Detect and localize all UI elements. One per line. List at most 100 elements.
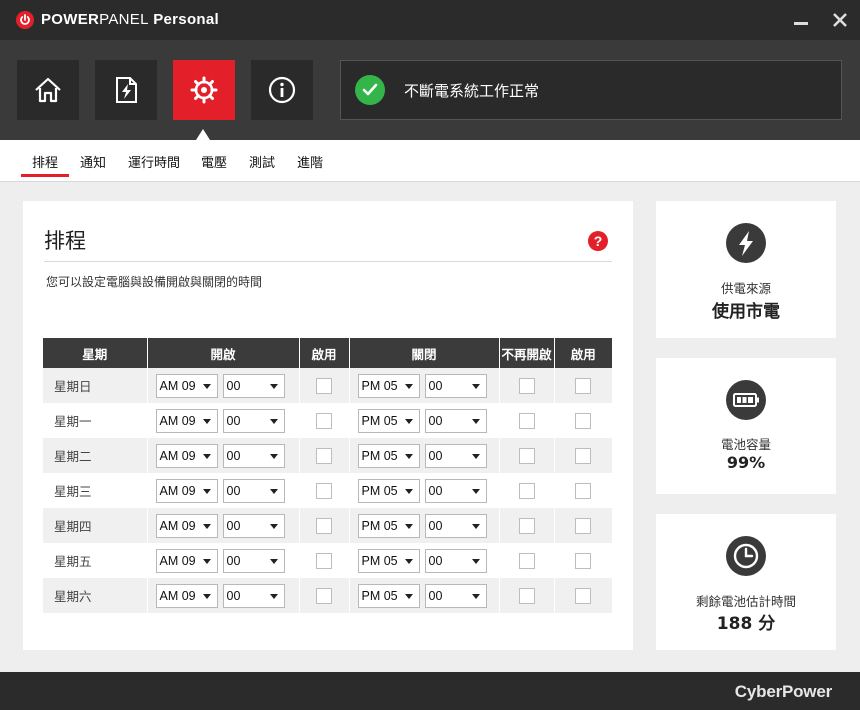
no-restart-checkbox[interactable] — [518, 552, 535, 569]
table-row: 星期五 AM 09 00 PM 05 00 — [43, 543, 612, 578]
off-minute-select[interactable]: 00 — [424, 478, 487, 503]
footer: CyberPower — [0, 672, 860, 710]
cyberpower-logo: CyberPower — [734, 682, 832, 701]
chevron-down-icon — [269, 453, 278, 459]
nav-power-button[interactable] — [95, 60, 157, 120]
tab-notification[interactable]: 通知 — [80, 152, 106, 171]
table-row: 星期三 AM 09 00 PM 05 00 — [43, 473, 612, 508]
no-restart-checkbox[interactable] — [518, 517, 535, 534]
battery-card: 電池容量 99% — [656, 358, 836, 494]
battery-label: 電池容量 — [720, 437, 771, 452]
on-minute-select[interactable]: 00 — [222, 478, 285, 503]
chevron-down-icon — [269, 593, 278, 599]
off-hour-select[interactable]: PM 05 — [357, 443, 420, 468]
off-hour-select[interactable]: PM 05 — [357, 583, 420, 608]
off-hour-select[interactable]: PM 05 — [357, 513, 420, 538]
on-minute-select[interactable]: 00 — [222, 373, 285, 398]
on-minute-select[interactable]: 00 — [222, 583, 285, 608]
off-enable-checkbox[interactable] — [575, 587, 592, 604]
on-enable-checkbox[interactable] — [316, 447, 332, 464]
day-cell: 星期三 — [43, 473, 148, 508]
off-enable-checkbox[interactable] — [575, 412, 592, 429]
chevron-down-icon — [471, 488, 480, 494]
runtime-value: 188 分 — [716, 614, 776, 634]
off-enable-checkbox[interactable] — [575, 447, 592, 464]
chevron-down-icon — [471, 523, 480, 529]
no-restart-checkbox[interactable] — [518, 482, 535, 499]
chevron-down-icon — [404, 383, 413, 389]
panel-title: 排程 — [44, 229, 86, 253]
title-divider — [44, 261, 612, 262]
off-enable-checkbox[interactable] — [575, 517, 592, 534]
tab-runtime[interactable]: 運行時間 — [128, 152, 180, 171]
off-hour-select[interactable]: PM 05 — [357, 373, 420, 398]
on-minute-select[interactable]: 00 — [222, 513, 285, 538]
tab-voltage[interactable]: 電壓 — [201, 152, 227, 171]
chevron-down-icon — [471, 453, 480, 459]
help-icon[interactable]: ? — [588, 231, 608, 251]
off-enable-checkbox[interactable] — [575, 377, 592, 394]
no-restart-checkbox[interactable] — [518, 412, 535, 429]
chevron-down-icon — [269, 418, 278, 424]
on-enable-checkbox[interactable] — [316, 517, 332, 534]
on-enable-checkbox[interactable] — [316, 482, 332, 499]
chevron-down-icon — [269, 523, 278, 529]
on-hour-select[interactable]: AM 09 — [155, 373, 218, 398]
chevron-down-icon — [202, 488, 211, 494]
chevron-down-icon — [404, 488, 413, 494]
on-hour-select[interactable]: AM 09 — [155, 478, 218, 503]
on-minute-select[interactable]: 00 — [222, 408, 285, 433]
table-row: 星期四 AM 09 00 PM 05 00 — [43, 508, 612, 543]
nav-settings-button[interactable] — [173, 60, 235, 120]
on-minute-select[interactable]: 00 — [222, 548, 285, 573]
table-row: 星期一 AM 09 00 PM 05 00 — [43, 403, 612, 438]
info-icon — [268, 76, 296, 104]
no-restart-checkbox[interactable] — [518, 377, 535, 394]
on-hour-select[interactable]: AM 09 — [155, 408, 218, 433]
close-icon[interactable] — [828, 8, 852, 32]
header-off-enable: 啟用 — [554, 338, 612, 368]
off-hour-select[interactable]: PM 05 — [357, 478, 420, 503]
chevron-down-icon — [471, 418, 480, 424]
minimize-icon[interactable] — [789, 8, 813, 32]
active-nav-caret — [196, 129, 210, 140]
power-source-value: 使用市電 — [712, 302, 780, 322]
power-source-card: 供電來源 使用市電 — [656, 201, 836, 338]
no-restart-checkbox[interactable] — [518, 587, 535, 604]
chevron-down-icon — [202, 418, 211, 424]
off-hour-select[interactable]: PM 05 — [357, 548, 420, 573]
on-enable-checkbox[interactable] — [316, 552, 332, 569]
gear-icon — [190, 76, 218, 104]
day-cell: 星期五 — [43, 543, 148, 578]
nav-home-button[interactable] — [17, 60, 79, 120]
off-minute-select[interactable]: 00 — [424, 513, 487, 538]
off-hour-select[interactable]: PM 05 — [357, 408, 420, 433]
off-minute-select[interactable]: 00 — [424, 408, 487, 433]
off-minute-select[interactable]: 00 — [424, 373, 487, 398]
on-enable-checkbox[interactable] — [316, 412, 332, 429]
on-minute-select[interactable]: 00 — [222, 443, 285, 468]
off-enable-checkbox[interactable] — [575, 482, 592, 499]
chevron-down-icon — [471, 558, 480, 564]
no-restart-checkbox[interactable] — [518, 447, 535, 464]
tab-test[interactable]: 測試 — [249, 152, 275, 171]
header: 不斷電系統工作正常 — [0, 40, 860, 140]
tab-schedule[interactable]: 排程 — [32, 152, 58, 171]
on-hour-select[interactable]: AM 09 — [155, 583, 218, 608]
chevron-down-icon — [202, 383, 211, 389]
on-enable-checkbox[interactable] — [316, 587, 332, 604]
runtime-label: 剩餘電池估計時間 — [695, 594, 796, 609]
off-minute-select[interactable]: 00 — [424, 443, 487, 468]
table-row: 星期二 AM 09 00 PM 05 00 — [43, 438, 612, 473]
selected-tab-indicator — [21, 174, 69, 177]
off-minute-select[interactable]: 00 — [424, 583, 487, 608]
on-hour-select[interactable]: AM 09 — [155, 548, 218, 573]
nav-info-button[interactable] — [251, 60, 313, 120]
on-enable-checkbox[interactable] — [316, 377, 332, 394]
chevron-down-icon — [202, 593, 211, 599]
on-hour-select[interactable]: AM 09 — [155, 513, 218, 538]
tab-advanced[interactable]: 進階 — [297, 152, 323, 171]
on-hour-select[interactable]: AM 09 — [155, 443, 218, 468]
off-enable-checkbox[interactable] — [575, 552, 592, 569]
off-minute-select[interactable]: 00 — [424, 548, 487, 573]
